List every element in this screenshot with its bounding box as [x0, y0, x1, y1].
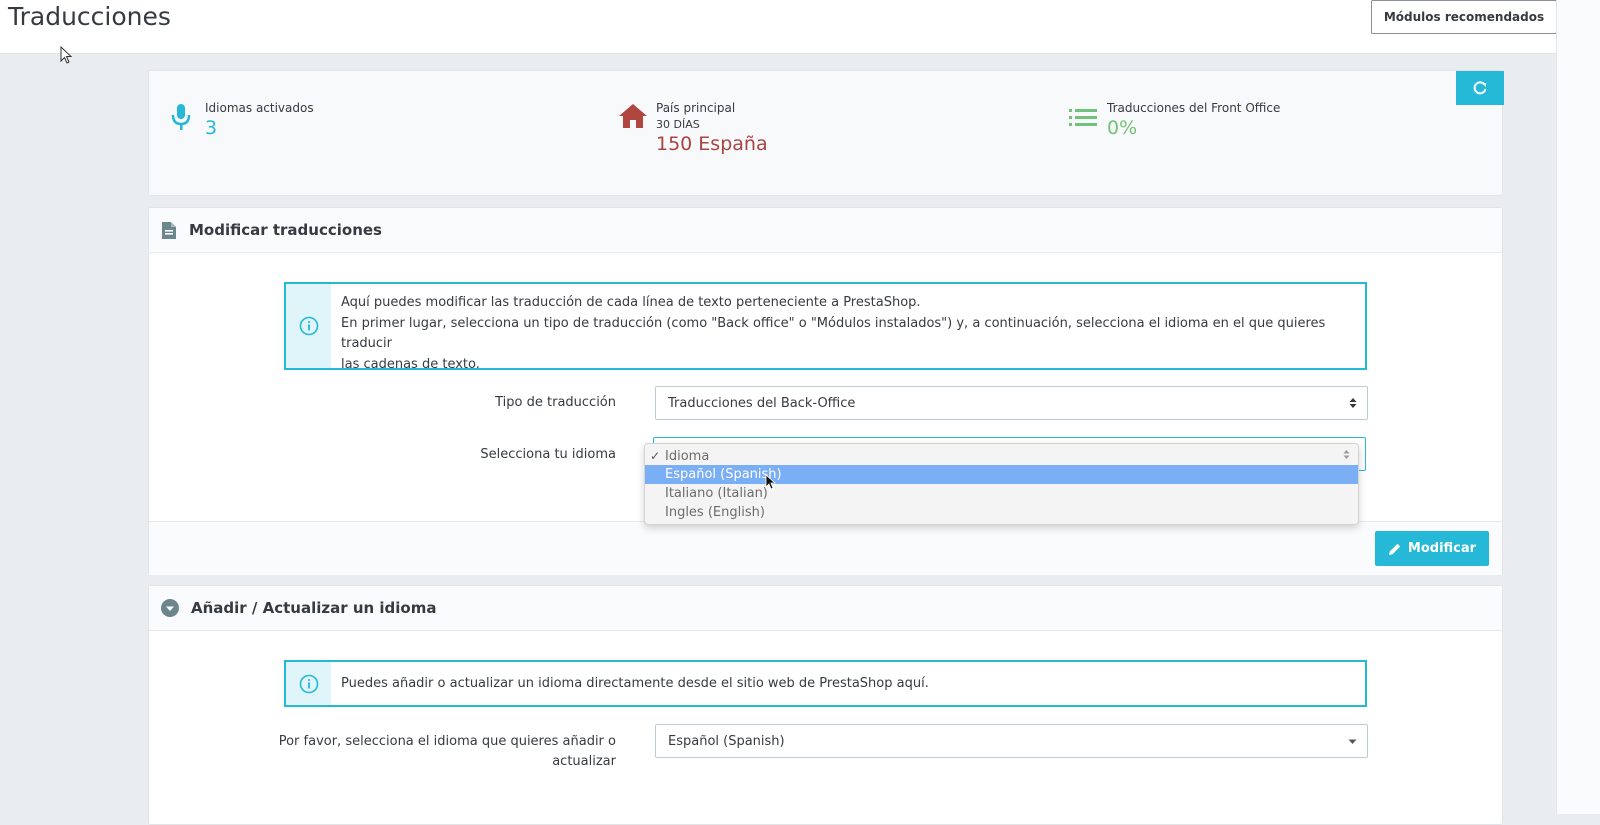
scroll-gutter	[1556, 0, 1600, 814]
info-icon	[299, 316, 318, 336]
top-bar: Traducciones Módulos recomendados	[0, 0, 1600, 54]
chevron-down-icon	[1348, 739, 1357, 744]
language-option-italian[interactable]: Italiano (Italian)	[645, 484, 1358, 503]
language-option-spanish[interactable]: Español (Spanish)	[645, 465, 1358, 484]
info-text: Puedes añadir o actualizar un idioma dir…	[341, 676, 929, 691]
add-language-label-line-1: Por favor, selecciona el idioma que quie…	[278, 734, 616, 749]
kpi-front-office-value: 0%	[1107, 117, 1138, 139]
info-alert: Aquí puedes modificar las traducción de …	[284, 282, 1367, 372]
info-icon-box	[286, 662, 331, 705]
checkmark-icon: ✓	[650, 449, 661, 463]
info-alert: Puedes añadir o actualizar un idioma dir…	[284, 660, 1367, 707]
add-language-label: Por favor, selecciona el idioma que quie…	[149, 732, 616, 772]
info-icon	[299, 674, 318, 693]
language-dropdown-menu[interactable]: ✓ Idioma Español (Spanish) Italiano (Ita…	[644, 443, 1359, 525]
kpi-country: País principal 30 DÍAS 150 España	[656, 101, 768, 155]
language-select-label: Selecciona tu idioma	[480, 447, 616, 462]
kpi-country-value: 150 España	[656, 133, 768, 155]
kpi-country-period: 30 DÍAS	[656, 118, 700, 131]
panel-header: Modificar traducciones	[149, 208, 1502, 253]
collapse-toggle-icon[interactable]	[161, 599, 179, 617]
info-line-2: En primer lugar, selecciona un tipo de t…	[341, 315, 1326, 352]
panel-footer: Modificar	[149, 521, 1502, 575]
translation-type-select[interactable]: Traducciones del Back-Office	[655, 386, 1368, 420]
add-language-panel: Añadir / Actualizar un idioma Puedes aña…	[148, 585, 1503, 825]
language-option-label: Idioma	[665, 449, 710, 464]
language-option-placeholder[interactable]: ✓ Idioma	[645, 447, 1358, 466]
select-arrows-icon	[1349, 398, 1357, 408]
kpi-languages-label: Idiomas activados	[205, 101, 314, 115]
info-line-3: las cadenas de texto.	[341, 356, 480, 372]
add-language-label-line-2: actualizar	[552, 754, 616, 769]
kpi-languages-value: 3	[205, 117, 218, 139]
pencil-icon	[1388, 543, 1401, 555]
info-icon-box	[286, 284, 331, 368]
list-icon	[1069, 109, 1097, 126]
panel-title: Añadir / Actualizar un idioma	[191, 599, 437, 617]
info-text: Aquí puedes modificar las traducción de …	[331, 284, 1365, 372]
add-language-select[interactable]: Español (Spanish)	[655, 724, 1368, 758]
kpi-languages: Idiomas activados 3	[205, 101, 314, 139]
panel-title: Modificar traducciones	[189, 221, 382, 239]
kpi-country-label: País principal	[656, 101, 736, 115]
translation-type-value: Traducciones del Back-Office	[668, 395, 856, 411]
info-line-1: Aquí puedes modificar las traducción de …	[341, 295, 921, 310]
microphone-icon	[171, 104, 191, 130]
document-icon	[162, 221, 176, 239]
page-title: Traducciones	[8, 2, 171, 31]
refresh-button[interactable]	[1456, 71, 1504, 105]
modify-button-label: Modificar	[1407, 541, 1477, 556]
add-language-value: Español (Spanish)	[668, 733, 785, 749]
panel-header[interactable]: Añadir / Actualizar un idioma	[149, 586, 1502, 631]
kpi-front-office-label: Traducciones del Front Office	[1107, 101, 1281, 115]
modify-button[interactable]: Modificar	[1375, 531, 1489, 566]
select-arrows-icon	[1343, 450, 1350, 459]
refresh-icon	[1473, 81, 1487, 95]
kpi-panel: Idiomas activados 3 País principal 30 DÍ…	[148, 70, 1504, 196]
mouse-pointer-icon	[60, 46, 73, 64]
mouse-pointer-icon	[765, 474, 777, 490]
translation-type-label: Tipo de traducción	[495, 395, 616, 410]
language-option-english[interactable]: Ingles (English)	[645, 503, 1358, 522]
kpi-front-office: Traducciones del Front Office 0%	[1107, 101, 1280, 139]
home-icon	[619, 104, 647, 128]
recommended-modules-button[interactable]: Módulos recomendados	[1371, 0, 1557, 34]
